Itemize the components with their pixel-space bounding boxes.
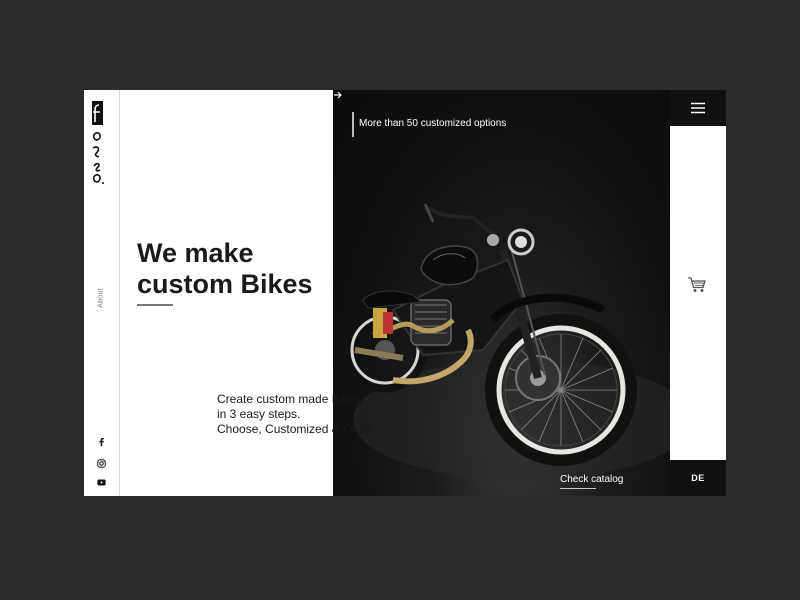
desc-line-2: in 3 easy steps. xyxy=(217,407,301,421)
cart-icon[interactable] xyxy=(687,276,707,294)
catalog-underline xyxy=(560,488,596,489)
instagram-icon[interactable] xyxy=(94,457,108,469)
youtube-icon[interactable] xyxy=(94,476,108,488)
language-label: DE xyxy=(691,473,705,483)
headline-line-1: We make xyxy=(137,238,254,268)
hamburger-menu-icon xyxy=(691,102,705,114)
brand-logo[interactable] xyxy=(90,100,112,186)
left-rail: About xyxy=(84,90,120,496)
nav-about-label: About xyxy=(97,288,105,308)
facebook-icon[interactable] xyxy=(94,436,108,448)
headline-line-2: custom Bikes xyxy=(137,269,313,299)
desc-line-1: Create custom made Bikes xyxy=(217,392,362,406)
page-title: We make custom Bikes xyxy=(137,238,313,300)
tagline-text: More than 50 customized options xyxy=(359,118,507,129)
desc-line-3: Choose, Customized & Order xyxy=(217,422,374,436)
language-switch[interactable]: DE xyxy=(670,460,726,496)
arrow-right-icon[interactable] xyxy=(333,90,343,100)
menu-button[interactable] xyxy=(670,90,726,126)
landing-page-frame: About We make custom Bikes More than 50 … xyxy=(84,90,726,496)
tagline-accent-bar xyxy=(352,112,354,137)
check-catalog-link[interactable]: Check catalog xyxy=(560,474,623,485)
headline-underline xyxy=(137,304,173,306)
nav-about[interactable]: About xyxy=(90,286,112,310)
hero-description: Create custom made Bikes in 3 easy steps… xyxy=(217,392,397,437)
